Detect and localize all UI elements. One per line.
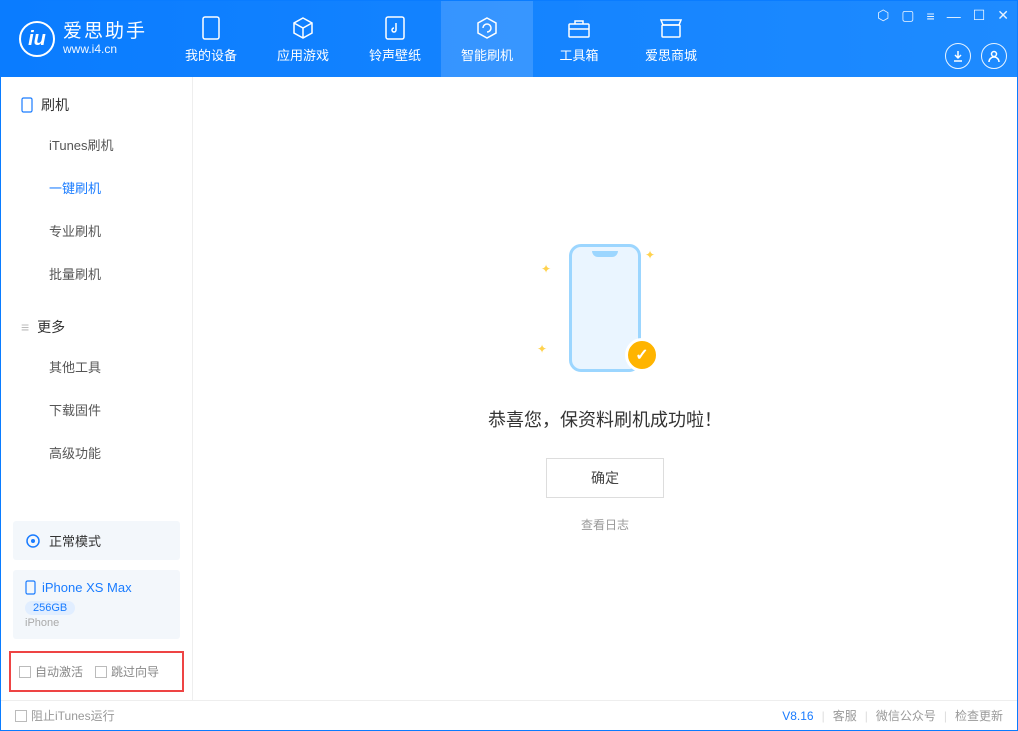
header: iu 爱思助手 www.i4.cn 我的设备 应用游戏 铃声壁纸 智能刷机	[1, 1, 1017, 77]
device-capacity: 256GB	[25, 601, 75, 615]
nav-label: 智能刷机	[461, 45, 513, 64]
ok-button[interactable]: 确定	[546, 458, 664, 498]
menu-icon[interactable]: ≡	[927, 8, 935, 24]
refresh-hex-icon	[474, 15, 500, 41]
sidebar-item-other-tools[interactable]: 其他工具	[1, 345, 192, 388]
user-button[interactable]	[981, 43, 1007, 69]
nav-ringtones[interactable]: 铃声壁纸	[349, 1, 441, 77]
success-message: 恭喜您，保资料刷机成功啦！	[488, 406, 722, 432]
sidebar-item-itunes-flash[interactable]: iTunes刷机	[1, 123, 192, 166]
version-label: V8.16	[782, 709, 813, 723]
sidebar-item-download-firmware[interactable]: 下载固件	[1, 388, 192, 431]
mode-box[interactable]: 正常模式	[13, 521, 180, 560]
header-actions	[945, 43, 1007, 69]
nav-my-device[interactable]: 我的设备	[165, 1, 257, 77]
nav-apps[interactable]: 应用游戏	[257, 1, 349, 77]
shirt-icon[interactable]: ⬡	[877, 7, 889, 24]
main-content: ✦ ✦ ✦ ✓ 恭喜您，保资料刷机成功啦！ 确定 查看日志	[193, 77, 1017, 700]
check-update-link[interactable]: 检查更新	[955, 707, 1003, 724]
phone-small-icon	[21, 97, 33, 113]
app-window: iu 爱思助手 www.i4.cn 我的设备 应用游戏 铃声壁纸 智能刷机	[0, 0, 1018, 731]
mode-icon	[25, 533, 41, 549]
logo: iu 爱思助手 www.i4.cn	[1, 21, 165, 57]
sidebar-item-advanced[interactable]: 高级功能	[1, 431, 192, 474]
device-type: iPhone	[25, 617, 168, 629]
footer: 阻止iTunes运行 V8.16 | 客服 | 微信公众号 | 检查更新	[1, 700, 1017, 730]
nav-label: 我的设备	[185, 45, 237, 64]
sidebar-section-more: ≡ 更多 其他工具 下载固件 高级功能	[1, 299, 192, 478]
top-nav: 我的设备 应用游戏 铃声壁纸 智能刷机 工具箱 爱思商城	[165, 1, 717, 77]
nav-label: 爱思商城	[645, 45, 697, 64]
checkbox-label: 跳过向导	[111, 663, 159, 680]
mode-label: 正常模式	[49, 531, 101, 550]
sparkle-icon: ✦	[645, 248, 655, 262]
minimize-button[interactable]: —	[947, 8, 961, 24]
sparkle-icon: ✦	[537, 342, 547, 356]
section-title: 更多	[37, 317, 65, 337]
block-itunes-checkbox[interactable]: 阻止iTunes运行	[15, 707, 115, 724]
checkbox-label: 自动激活	[35, 663, 83, 680]
list-icon: ≡	[21, 319, 29, 335]
device-phone-icon	[25, 580, 36, 595]
window-controls: ⬡ ▢ ≡ — ☐ ✕	[877, 7, 1009, 24]
lock-icon[interactable]: ▢	[901, 7, 914, 24]
app-url: www.i4.cn	[63, 43, 147, 56]
nav-label: 应用游戏	[277, 45, 329, 64]
close-button[interactable]: ✕	[997, 7, 1009, 24]
view-log-link[interactable]: 查看日志	[581, 516, 629, 533]
logo-icon: iu	[19, 21, 55, 57]
sidebar-item-oneclick-flash[interactable]: 一键刷机	[1, 166, 192, 209]
check-badge-icon: ✓	[625, 338, 659, 372]
nav-label: 铃声壁纸	[369, 45, 421, 64]
highlighted-options: 自动激活 跳过向导	[9, 651, 184, 692]
support-link[interactable]: 客服	[833, 707, 857, 724]
sidebar-item-batch-flash[interactable]: 批量刷机	[1, 252, 192, 295]
device-name: iPhone XS Max	[42, 580, 132, 595]
sidebar-section-flash: 刷机 iTunes刷机 一键刷机 专业刷机 批量刷机	[1, 77, 192, 299]
success-illustration: ✦ ✦ ✦ ✓	[545, 244, 665, 384]
nav-store[interactable]: 爱思商城	[625, 1, 717, 77]
download-button[interactable]	[945, 43, 971, 69]
music-file-icon	[382, 15, 408, 41]
nav-label: 工具箱	[560, 45, 599, 64]
device-box[interactable]: iPhone XS Max 256GB iPhone	[13, 570, 180, 639]
auto-activate-checkbox[interactable]: 自动激活	[19, 663, 83, 680]
nav-toolbox[interactable]: 工具箱	[533, 1, 625, 77]
nav-flash[interactable]: 智能刷机	[441, 1, 533, 77]
section-title: 刷机	[41, 95, 69, 115]
toolbox-icon	[566, 15, 592, 41]
body: 刷机 iTunes刷机 一键刷机 专业刷机 批量刷机 ≡ 更多 其他工具 下载固…	[1, 77, 1017, 700]
checkbox-label: 阻止iTunes运行	[31, 707, 115, 724]
skip-guide-checkbox[interactable]: 跳过向导	[95, 663, 159, 680]
app-title: 爱思助手	[63, 22, 147, 43]
wechat-link[interactable]: 微信公众号	[876, 707, 936, 724]
cube-icon	[290, 15, 316, 41]
maximize-button[interactable]: ☐	[973, 7, 986, 24]
sidebar-item-pro-flash[interactable]: 专业刷机	[1, 209, 192, 252]
sparkle-icon: ✦	[541, 262, 551, 276]
store-icon	[658, 15, 684, 41]
sidebar: 刷机 iTunes刷机 一键刷机 专业刷机 批量刷机 ≡ 更多 其他工具 下载固…	[1, 77, 193, 700]
device-icon	[198, 15, 224, 41]
